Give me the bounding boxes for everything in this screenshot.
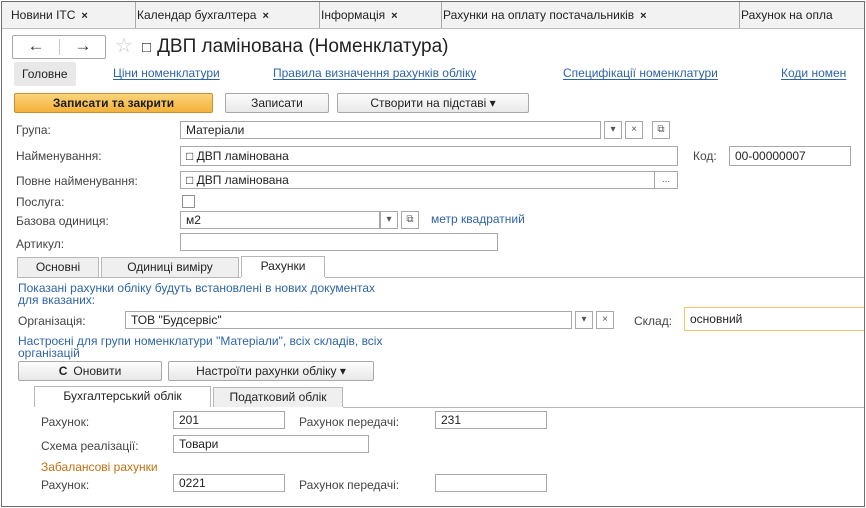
tab-label: Календар бухгалтера <box>137 8 257 22</box>
warehouse-label: Склад: <box>634 314 673 328</box>
name-field[interactable]: □ ДВП ламінована <box>180 146 678 166</box>
form-links-panel: Ціни номенклатури Правила визначення рах… <box>2 62 864 86</box>
unit-full-name-link[interactable]: метр квадратний <box>431 212 525 226</box>
account-label: Рахунок: <box>41 415 90 429</box>
info-text: Показані рахунки обліку будуть встановле… <box>18 282 375 306</box>
refresh-icon: C <box>58 364 68 378</box>
code-label: Код: <box>693 149 717 163</box>
open-icon[interactable]: ⧉ <box>652 121 670 139</box>
off-balance-transfer-label: Рахунок передачі: <box>299 478 400 492</box>
favorite-star-icon[interactable]: ☆ <box>115 35 133 57</box>
base-unit-field[interactable]: м2 <box>180 211 380 229</box>
setup-accounts-label: Настроїти рахунки обліку <box>196 364 337 378</box>
tab-accountant-calendar[interactable]: Календар бухгалтера × <box>128 2 320 28</box>
tab-units[interactable]: Одиниці виміру <box>101 257 239 277</box>
divider <box>325 277 864 278</box>
refresh-label: Оновити <box>73 364 122 378</box>
organization-label: Організація: <box>18 314 86 328</box>
close-icon[interactable]: × <box>640 10 646 22</box>
base-unit-label: Базова одиниця: <box>16 214 109 228</box>
tab-main[interactable]: Основні <box>17 257 99 277</box>
divider <box>343 407 864 408</box>
service-checkbox[interactable] <box>182 195 195 208</box>
account-rules-link[interactable]: Правила визначення рахунків обліку <box>273 66 476 80</box>
sales-scheme-label: Схема реалізації: <box>41 439 139 453</box>
open-icon[interactable]: ⧉ <box>401 211 419 229</box>
dropdown-icon[interactable]: ▾ <box>380 211 398 229</box>
create-based-on-button[interactable]: Створити на підставі ▾ <box>337 93 529 113</box>
tab-accounts[interactable]: Рахунки <box>241 256 325 277</box>
back-arrow-icon[interactable]: ← <box>13 36 59 58</box>
tab-label: Рахунки на оплату постачальників <box>443 8 635 22</box>
service-label: Послуга: <box>16 195 65 209</box>
note-line: організацій <box>18 346 80 360</box>
navigation-buttons: ← → <box>12 35 106 59</box>
tab-accounting[interactable]: Бухгалтерський облік <box>34 386 211 407</box>
create-based-on-label: Створити на підставі <box>370 96 487 110</box>
specifications-link[interactable]: Специфікації номенклатури <box>563 66 718 80</box>
dropdown-icon[interactable]: ▾ <box>604 121 622 139</box>
page-title-text: ДВП ламінована (Номенклатура) <box>157 36 449 57</box>
transfer-account-label: Рахунок передачі: <box>299 415 400 429</box>
transfer-account-field[interactable]: 231 <box>435 411 547 429</box>
clear-icon[interactable]: × <box>596 311 614 329</box>
article-field[interactable] <box>180 233 498 251</box>
setup-accounts-button[interactable]: Настроїти рахунки обліку ▾ <box>168 361 374 381</box>
close-icon[interactable]: × <box>391 10 397 22</box>
save-button[interactable]: Записати <box>225 93 329 113</box>
group-field[interactable]: Матеріали <box>180 121 601 139</box>
tab-tax-accounting[interactable]: Податковий облік <box>213 387 343 407</box>
close-icon[interactable]: × <box>81 10 87 22</box>
clear-icon[interactable]: × <box>625 121 643 139</box>
warehouse-field[interactable]: основний <box>684 307 864 331</box>
divider <box>17 277 241 278</box>
code-field[interactable]: 00-00000007 <box>729 146 851 166</box>
full-name-label: Повне найменування: <box>16 174 138 188</box>
ellipsis-icon[interactable]: ... <box>654 171 678 189</box>
window-frame: Новини ІТС × Календар бухгалтера × Інформа… <box>1 1 865 507</box>
settings-note: Настроєні для групи номенклатури "Матері… <box>18 335 382 359</box>
checkbox-glyph: □ <box>142 39 152 56</box>
full-name-field[interactable]: □ ДВП ламінована <box>180 171 655 189</box>
tab-supplier-invoices[interactable]: Рахунки на оплату постачальників × <box>434 2 740 28</box>
page-title: □ ДВП ламінована (Номенклатура) <box>142 35 448 60</box>
chevron-down-icon: ▾ <box>339 364 346 378</box>
organization-field[interactable]: ТОВ "Будсервіс" <box>125 311 572 329</box>
tab-label: Рахунок на опла <box>741 8 833 22</box>
open-tabs-bar: Новини ІТС × Календар бухгалтера × Інформа… <box>2 2 864 29</box>
prices-link[interactable]: Ціни номенклатури <box>113 66 220 80</box>
sales-scheme-field[interactable]: Товари <box>173 435 369 453</box>
info-line: для вказаних: <box>18 293 96 307</box>
tab-information[interactable]: Інформація × <box>312 2 442 28</box>
close-icon[interactable]: × <box>262 10 268 22</box>
refresh-button[interactable]: C Оновити <box>18 361 162 381</box>
tab-label: Новини ІТС <box>11 8 76 22</box>
off-balance-account-label: Рахунок: <box>41 478 90 492</box>
tab-invoice-payment[interactable]: Рахунок на опла <box>732 2 864 28</box>
chevron-down-icon: ▾ <box>489 96 496 110</box>
save-and-close-button[interactable]: Записати та закрити <box>14 93 213 113</box>
dropdown-icon[interactable]: ▾ <box>575 311 593 329</box>
article-label: Артикул: <box>16 237 65 251</box>
group-label: Група: <box>16 123 51 137</box>
tab-news-its[interactable]: Новини ІТС × <box>2 2 136 28</box>
off-balance-account-field[interactable]: 0221 <box>173 474 285 492</box>
account-field[interactable]: 201 <box>173 411 285 429</box>
off-balance-transfer-field[interactable] <box>435 474 547 492</box>
forward-arrow-icon[interactable]: → <box>60 36 106 58</box>
tab-label: Інформація <box>321 8 386 22</box>
off-balance-title: Забалансові рахунки <box>41 460 158 474</box>
codes-link[interactable]: Коди номен <box>781 66 846 80</box>
name-label: Найменування: <box>16 149 102 163</box>
